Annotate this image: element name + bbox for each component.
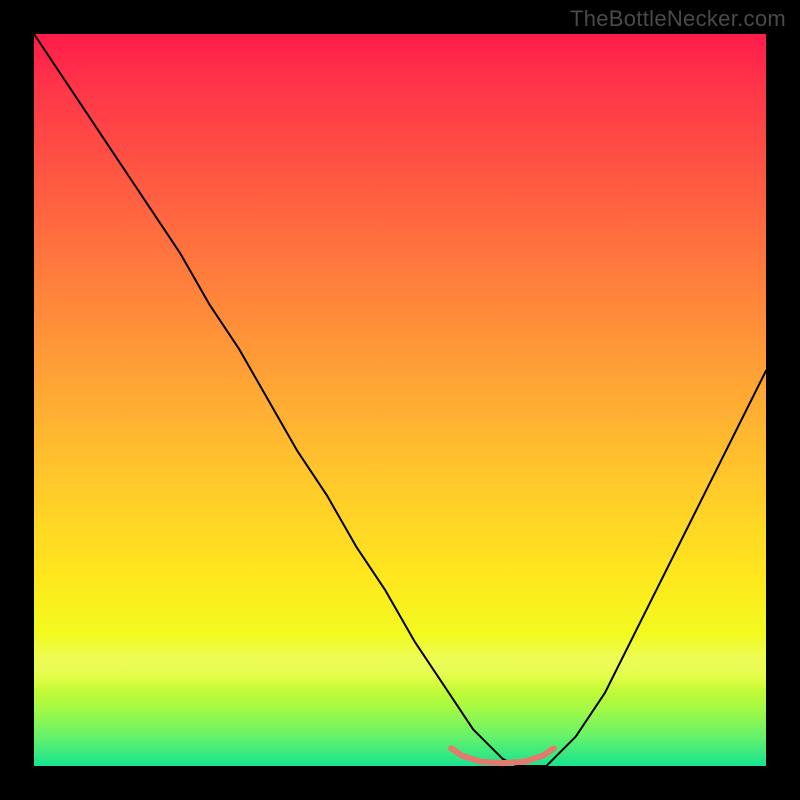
heatmap-gradient-background [34,34,766,766]
watermark-text: TheBottleNecker.com [570,6,786,32]
plot-area [34,34,766,766]
chart-container: TheBottleNecker.com [0,0,800,800]
